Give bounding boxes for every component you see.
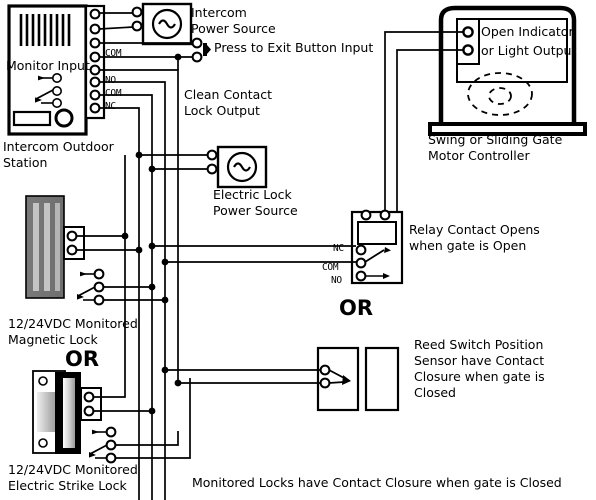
relay-terminal-label-no: NO — [331, 275, 342, 286]
strike-lock-caption-line1: 12/24VDC Monitored — [8, 462, 138, 477]
intercom-power-label-line2: Power Source — [191, 21, 276, 36]
gate-controller-caption-line2: Motor Controller — [428, 148, 530, 163]
intercom-power-source[interactable] — [131, 2, 193, 46]
reed-note-line2: Sensor have Contact — [414, 353, 545, 368]
clean-contact-label-line1: Clean Contact — [184, 87, 273, 102]
reed-note-line4: Closed — [414, 385, 456, 400]
monitor-input-label: Monitor Input — [6, 58, 90, 73]
nameplate-icon — [12, 110, 52, 127]
press-to-exit-input[interactable] — [191, 37, 211, 63]
intercom-station-caption-line2: Station — [3, 155, 48, 170]
gate-terminal-label-line1: Open Indicator — [481, 24, 574, 39]
clean-contact-label-line2: Lock Output — [184, 103, 260, 118]
relay-terminal-label-nc: NC — [333, 243, 344, 254]
relay-note-line1: Relay Contact Opens — [409, 222, 540, 237]
intercom-station-caption-line1: Intercom Outdoor — [3, 139, 114, 154]
intercom-terminals[interactable] — [89, 8, 101, 114]
or-divider-upper-label: OR — [339, 296, 374, 320]
strike-monitor-contacts — [89, 426, 117, 464]
relay-note-line2: when gate is Open — [409, 238, 527, 253]
gate-terminal-block — [456, 18, 480, 65]
intercom-terminal-label-nc: NC — [105, 101, 116, 112]
speaker-grille-icon — [19, 14, 71, 46]
reed-switch-sensor[interactable] — [316, 346, 400, 412]
intercom-terminal-label-com2: COM — [105, 88, 122, 99]
gate-controller-caption-line1: Swing or Sliding Gate — [428, 132, 563, 147]
button-arrow-icon — [207, 45, 211, 54]
wiring-diagram-page: Intercom Power Source Press to Exit Butt… — [0, 0, 596, 500]
relay-contact-box[interactable] — [350, 209, 404, 285]
electric-lock-power-source[interactable] — [206, 145, 268, 189]
call-button-icon — [54, 108, 74, 128]
magnetic-lock-caption-line2: Magnetic Lock — [8, 332, 98, 347]
electric-strike-lock[interactable] — [32, 370, 117, 464]
intercom-terminal-label-no: NO — [105, 75, 116, 86]
gate-terminal-label-line2: or Light Output — [481, 43, 577, 58]
relay-coil-icon — [357, 221, 397, 245]
electric-lock-power-label-line2: Power Source — [213, 203, 298, 218]
reed-note-line3: Closure when gate is — [414, 369, 545, 384]
press-to-exit-label: Press to Exit Button Input — [214, 40, 374, 55]
intercom-power-label-line1: Intercom — [191, 5, 247, 20]
footer-note-label: Monitored Locks have Contact Closure whe… — [192, 475, 562, 490]
wiring-bus — [76, 57, 356, 500]
reed-note-line1: Reed Switch Position — [414, 337, 544, 352]
relay-contacts — [355, 244, 367, 282]
relay-terminal-label-com: COM — [322, 262, 339, 273]
magnetic-lock-caption-line1: 12/24VDC Monitored — [8, 316, 138, 331]
mag-lock-monitor-contacts — [77, 268, 105, 306]
intercom-terminal-label-com1: COM — [105, 48, 122, 59]
reed-magnet-block — [364, 346, 400, 412]
electric-lock-power-label-line1: Electric Lock — [213, 187, 292, 202]
button-input-icon — [203, 43, 207, 56]
or-divider-lower-label: OR — [65, 347, 100, 371]
strike-lock-caption-line2: Electric Strike Lock — [8, 478, 127, 493]
